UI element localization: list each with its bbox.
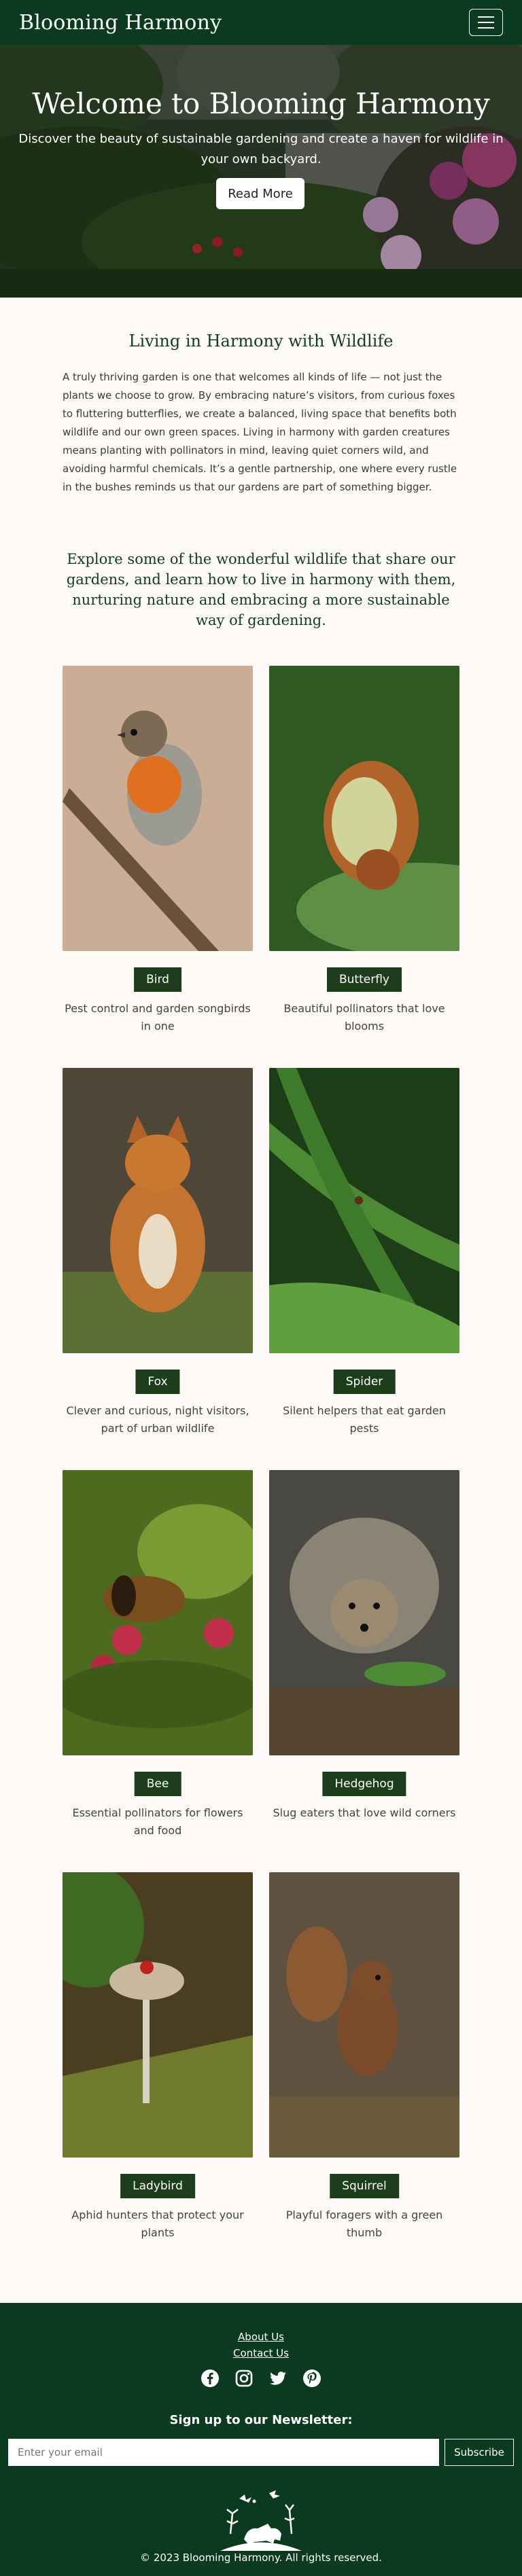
hero-title: Welcome to Blooming Harmony [32,87,490,120]
bee-photo [63,1470,253,1755]
twitter-icon[interactable] [268,2368,288,2389]
card-label: Bird [134,967,181,992]
newsletter-heading: Sign up to our Newsletter: [169,2413,353,2427]
card-description: Pest control and garden songbirds in one [65,1002,251,1033]
facebook-icon[interactable] [200,2368,220,2389]
card-fox: Fox Clever and curious, night visitors, … [63,1068,253,1470]
ladybird-photo [63,1872,253,2158]
card-label: Ladybird [120,2174,195,2198]
card-label: Butterfly [327,967,402,992]
menu-toggle-button[interactable] [469,9,503,36]
fox-photo [63,1068,253,1353]
card-ladybird: Ladybird Aphid hunters that protect your… [63,1872,253,2274]
copyright-text: © 2023 Blooming Harmony. All rights rese… [140,2552,382,2564]
about-us-link[interactable]: About Us [0,2329,522,2345]
card-description: Aphid hunters that protect your plants [71,2208,244,2239]
contact-us-link[interactable]: Contact Us [0,2345,522,2361]
card-label: Fox [135,1370,180,1394]
brand-logo[interactable]: Blooming Harmony [19,11,222,35]
social-links [200,2368,322,2391]
card-bee: Bee Essential pollinators for flowers an… [63,1470,253,1872]
spider-photo [269,1068,459,1353]
hero-subtitle: Discover the beauty of sustainable garde… [18,132,504,166]
email-input[interactable] [8,2439,439,2466]
site-footer: About Us Contact Us Sign up to our Newsl… [0,2303,522,2576]
card-spider: Spider Silent helpers that eat garden pe… [269,1068,459,1470]
top-navbar: Blooming Harmony [0,0,522,45]
card-description: Beautiful pollinators that love blooms [283,1002,445,1033]
subscribe-button[interactable]: Subscribe [445,2439,514,2466]
card-label: Spider [333,1370,396,1394]
squirrel-photo [269,1872,459,2158]
card-description: Slug eaters that love wild corners [273,1806,456,1819]
card-bird: Bird Pest control and garden songbirds i… [63,666,253,1068]
card-butterfly: Butterfly Beautiful pollinators that lov… [269,666,459,1068]
card-description: Essential pollinators for flowers and fo… [72,1806,243,1837]
pinterest-icon[interactable] [302,2368,322,2389]
instagram-icon[interactable] [234,2368,254,2389]
read-more-button[interactable]: Read More [216,178,304,209]
card-label: Squirrel [330,2174,399,2198]
card-label: Hedgehog [322,1772,406,1796]
intro-section: Living in Harmony with Wildlife A truly … [63,332,459,497]
wildlife-lead: Explore some of the wonderful wildlife t… [66,551,456,628]
card-description: Playful foragers with a green thumb [285,2208,443,2239]
hero-banner: Welcome to Blooming Harmony Discover the… [0,45,522,298]
wildlife-cards: Bird Pest control and garden songbirds i… [63,666,459,2274]
card-hedgehog: Hedgehog Slug eaters that love wild corn… [269,1470,459,1872]
card-description: Silent helpers that eat garden pests [283,1404,446,1435]
card-description: Clever and curious, night visitors, part… [66,1404,249,1435]
intro-heading: Living in Harmony with Wildlife [128,332,394,351]
card-squirrel: Squirrel Playful foragers with a green t… [269,1872,459,2274]
footer-logo-emblem [207,2486,315,2554]
butterfly-photo [269,666,459,951]
card-label: Bee [134,1772,181,1796]
bird-photo [63,666,253,951]
hedgehog-photo [269,1470,459,1755]
intro-body: A truly thriving garden is one that welc… [63,371,457,493]
